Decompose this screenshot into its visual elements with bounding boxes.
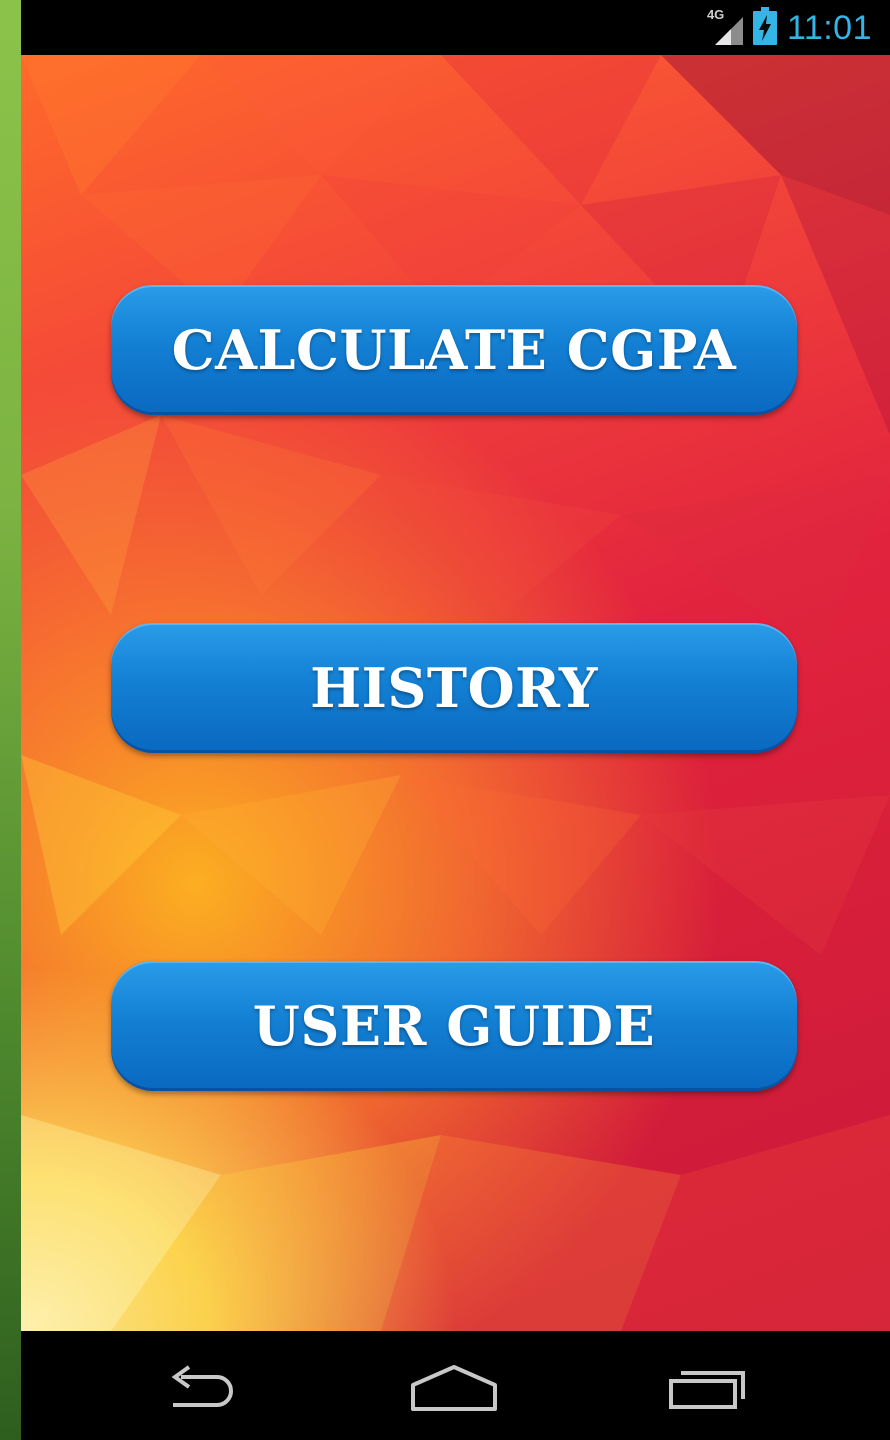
app-content: CALCULATE CGPA HISTORY USER GUIDE — [21, 55, 890, 1331]
user-guide-button[interactable]: USER GUIDE — [111, 961, 797, 1091]
signal-icon: 4G — [707, 7, 743, 45]
recents-button[interactable] — [652, 1353, 762, 1423]
history-button[interactable]: HISTORY — [111, 623, 797, 753]
background-edge — [0, 0, 21, 1440]
battery-charging-icon — [752, 6, 777, 50]
network-type-label: 4G — [706, 7, 725, 22]
navigation-bar — [21, 1331, 890, 1440]
clock: 11:01 — [786, 8, 872, 47]
home-icon — [411, 1365, 497, 1411]
calculate-cgpa-label: CALCULATE CGPA — [171, 318, 737, 382]
calculate-cgpa-button[interactable]: CALCULATE CGPA — [111, 285, 797, 415]
home-button[interactable] — [399, 1353, 509, 1423]
user-guide-label: USER GUIDE — [252, 994, 656, 1058]
phone-screen: 4G 11:01 CALCULATE CGPA HISTORY USER GUI… — [0, 0, 890, 1440]
back-icon — [171, 1365, 233, 1407]
status-icons: 4G 11:01 — [707, 6, 872, 50]
recents-icon — [669, 1371, 745, 1409]
history-label: HISTORY — [310, 656, 598, 720]
status-bar: 4G 11:01 — [21, 0, 890, 55]
back-button[interactable] — [146, 1353, 256, 1423]
